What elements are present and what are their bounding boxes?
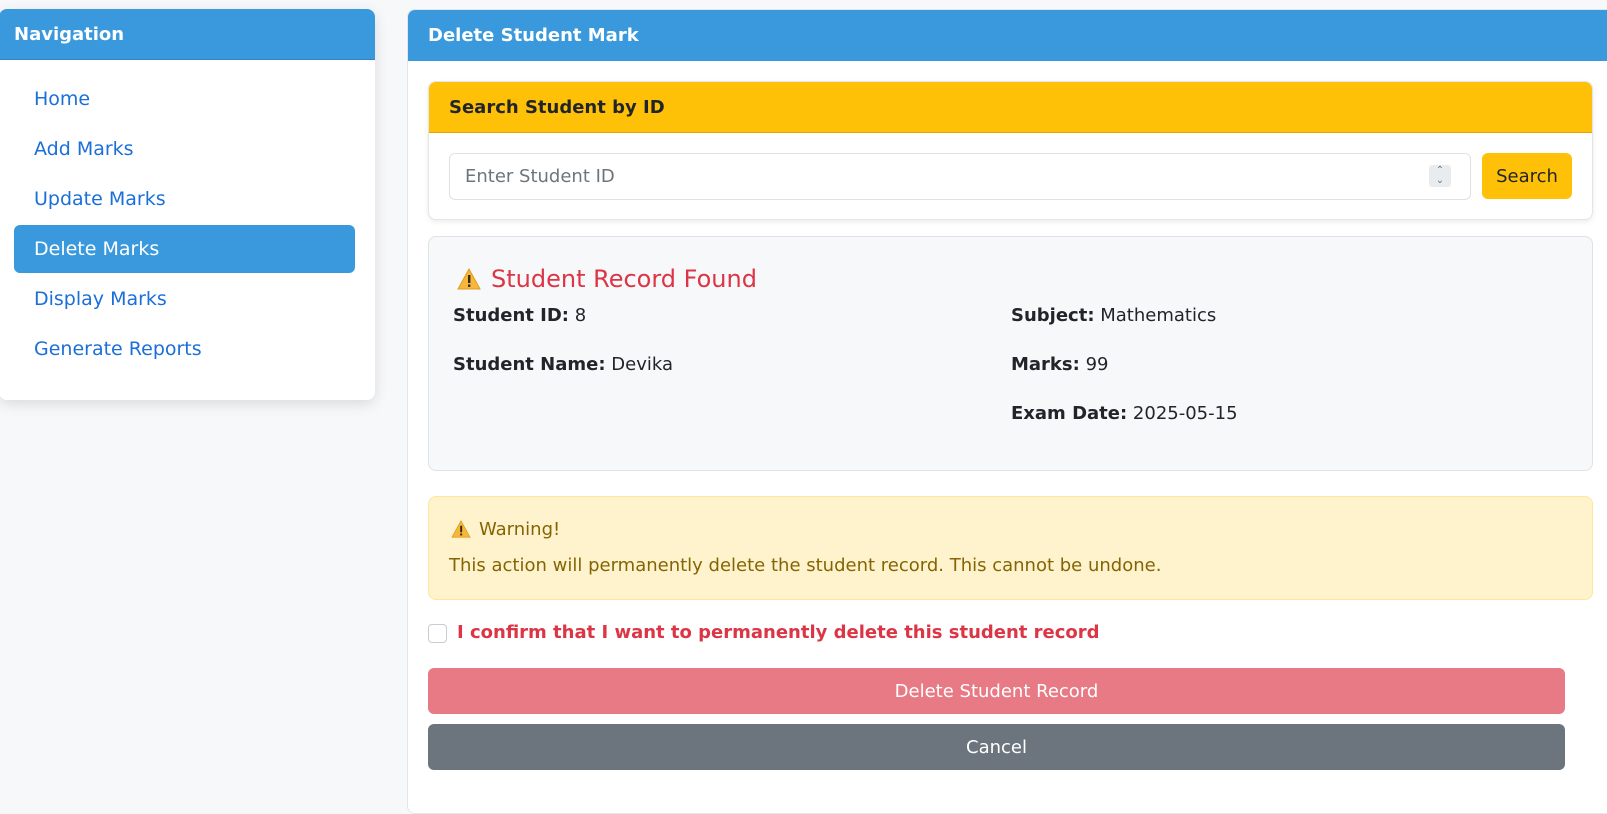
delete-record-button[interactable]: Delete Student Record — [428, 668, 1565, 714]
number-spinner-icon[interactable]: ⌃ ⌄ — [1429, 165, 1451, 187]
nav-item-generate-reports[interactable]: Generate Reports — [14, 325, 355, 373]
exam-date-value: 2025-05-15 — [1132, 403, 1238, 424]
exam-date-field: Exam Date: 2025-05-15 — [1011, 403, 1238, 424]
confirm-label[interactable]: I confirm that I want to permanently del… — [457, 622, 1100, 643]
student-name-field: Student Name: Devika — [453, 354, 673, 375]
student-id-input[interactable] — [449, 153, 1471, 200]
delete-mark-card: Delete Student Mark Search Student by ID… — [407, 9, 1607, 814]
nav-item-home[interactable]: Home — [14, 75, 355, 123]
student-id-field: Student ID: 8 — [453, 305, 586, 326]
marks-field: Marks: 99 — [1011, 354, 1108, 375]
cancel-button[interactable]: Cancel — [428, 724, 1565, 770]
warning-alert: Warning! This action will permanently de… — [428, 496, 1593, 600]
warning-title: Warning! — [451, 519, 560, 540]
student-record-card: Student Record Found Student ID: 8 Stude… — [428, 236, 1593, 471]
warning-triangle-icon — [457, 267, 481, 290]
subject-value: Mathematics — [1100, 305, 1217, 326]
record-heading-text: Student Record Found — [491, 265, 757, 293]
nav-item-add-marks[interactable]: Add Marks — [14, 125, 355, 173]
search-row: ⌃⌄ Search — [429, 133, 1592, 219]
marks-value: 99 — [1085, 354, 1109, 375]
nav-item-display-marks[interactable]: Display Marks — [14, 275, 355, 323]
confirm-checkbox[interactable] — [428, 624, 447, 643]
subject-label: Subject: — [1011, 305, 1095, 326]
marks-label: Marks: — [1011, 354, 1080, 375]
warning-title-text: Warning! — [479, 519, 561, 540]
nav-item-delete-marks[interactable]: Delete Marks — [14, 225, 355, 273]
navigation-list: Home Add Marks Update Marks Delete Marks… — [0, 60, 375, 373]
student-id-label: Student ID: — [453, 305, 569, 326]
search-button[interactable]: Search — [1482, 153, 1572, 199]
student-name-value: Devika — [611, 354, 674, 375]
exam-date-label: Exam Date: — [1011, 403, 1128, 424]
page-title: Delete Student Mark — [408, 10, 1607, 61]
search-title: Search Student by ID — [429, 82, 1592, 133]
subject-field: Subject: Mathematics — [1011, 305, 1216, 326]
search-card: Search Student by ID ⌃⌄ Search — [428, 81, 1593, 220]
student-id-value: 8 — [574, 305, 587, 326]
student-name-label: Student Name: — [453, 354, 606, 375]
nav-item-update-marks[interactable]: Update Marks — [14, 175, 355, 223]
warning-triangle-icon — [451, 519, 471, 538]
record-heading: Student Record Found — [457, 265, 757, 293]
warning-message: This action will permanently delete the … — [449, 555, 1162, 576]
navigation-card: Navigation Home Add Marks Update Marks D… — [0, 9, 375, 400]
navigation-title: Navigation — [0, 9, 375, 60]
